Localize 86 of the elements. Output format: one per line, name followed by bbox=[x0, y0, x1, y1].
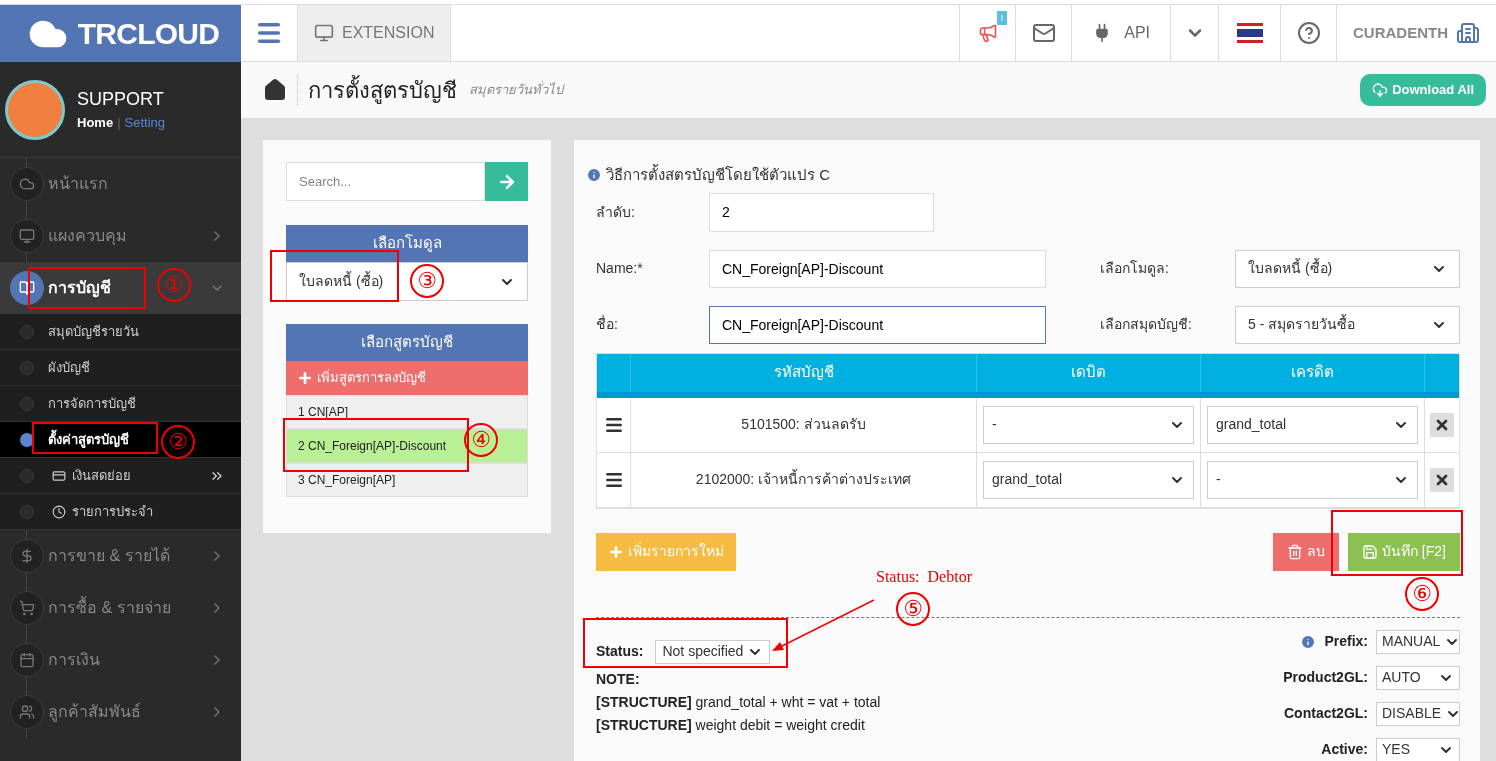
info-icon bbox=[586, 167, 602, 184]
formula-item[interactable]: 3 CN_Foreign[AP] bbox=[286, 463, 528, 497]
book-icon bbox=[10, 271, 44, 305]
name-field[interactable]: CN_Foreign[AP]-Discount bbox=[709, 249, 1046, 288]
column-header: เดบิต bbox=[977, 353, 1201, 392]
setting-label: Product2GL: bbox=[1283, 668, 1368, 687]
profile-link[interactable]: Home bbox=[77, 113, 114, 133]
info-text: วิธีการตั้งสตรบัญชีโดยใช้ตัวแปร C bbox=[586, 164, 1460, 187]
thai-name-field[interactable]: CN_Foreign[AP]-Discount bbox=[709, 305, 1046, 344]
api-button[interactable]: API bbox=[1071, 5, 1170, 61]
company-button[interactable]: CURADENTH bbox=[1336, 5, 1496, 61]
annotation-number: ⑥ bbox=[1405, 577, 1439, 611]
notification-badge: ! bbox=[996, 11, 1008, 25]
page-title: การตั้งสูตรบัญชี bbox=[308, 74, 457, 106]
note-text: NOTE: bbox=[596, 669, 641, 689]
annotation-number: ② bbox=[161, 425, 195, 459]
formula-item[interactable]: 1 CN[AP] bbox=[286, 395, 528, 429]
setting-select[interactable]: AUTO bbox=[1376, 665, 1460, 690]
annotation-number: ⑤ bbox=[896, 592, 930, 626]
submenu-item[interactable]: ผังบัญชี bbox=[0, 350, 241, 386]
mail-icon bbox=[1031, 21, 1056, 45]
sidebar-item[interactable]: แผงควบคุม bbox=[0, 210, 241, 262]
note-text: [STRUCTURE] grand_total + wht = vat + total bbox=[596, 692, 881, 712]
debit-select[interactable]: grand_total bbox=[983, 460, 1194, 499]
setting-label: Prefix: bbox=[1324, 632, 1368, 651]
help-icon bbox=[1296, 21, 1321, 45]
brand-name: TRCLOUD bbox=[77, 16, 220, 52]
formula-heading: เลือกสูตรบัญชี bbox=[286, 324, 528, 361]
setting-select[interactable]: YES bbox=[1376, 737, 1460, 761]
home-icon bbox=[263, 78, 287, 102]
field-label: ลำดับ: bbox=[596, 202, 636, 222]
status-select[interactable]: Not specified bbox=[655, 639, 771, 664]
page-subtitle: สมุดรายวันทั่วไป bbox=[469, 80, 563, 100]
field-label: เลือกสมุดบัญชี: bbox=[1100, 315, 1193, 335]
monitor-icon bbox=[314, 23, 334, 43]
sidebar-item[interactable]: ลูกค้าสัมพันธ์ bbox=[0, 686, 241, 738]
submenu-item[interactable]: เงินสดย่อย bbox=[0, 458, 241, 494]
order-field[interactable]: 2 bbox=[709, 192, 934, 232]
setting-select[interactable]: MANUAL bbox=[1376, 629, 1460, 654]
setting-select[interactable]: DISABLE bbox=[1376, 701, 1460, 726]
annotation-number: ① bbox=[157, 268, 191, 302]
plus-icon bbox=[297, 370, 313, 386]
megaphone-icon bbox=[977, 23, 998, 43]
plus-icon bbox=[608, 543, 624, 560]
table-cell: 2102000: เจ้าหนี้การค้าต่างประเทศ bbox=[631, 452, 977, 507]
id-card-icon bbox=[52, 468, 66, 483]
submenu-item[interactable]: สมุดบัญชีรายวัน bbox=[0, 314, 241, 350]
journal-select[interactable]: 5 - สมุดรายวันซื้อ bbox=[1235, 305, 1460, 344]
field-label: เลือกโมดูล: bbox=[1100, 259, 1170, 279]
sidebar-item[interactable]: หน้าแรก bbox=[0, 158, 241, 210]
column-header: เครดิต bbox=[1201, 353, 1425, 392]
debit-select[interactable]: - bbox=[983, 405, 1194, 444]
field-label: Name:* bbox=[596, 259, 644, 278]
status-label: Status: bbox=[596, 642, 644, 661]
profile-name: SUPPORT bbox=[77, 88, 165, 112]
sidebar-item[interactable]: การเงิน bbox=[0, 634, 241, 686]
module-heading: เลือกโมดูล bbox=[286, 225, 528, 262]
profile-link[interactable]: Setting bbox=[124, 113, 165, 133]
extension-tab[interactable]: EXTENSION bbox=[297, 5, 452, 61]
sidebar-item[interactable]: การขาย & รายได้ bbox=[0, 530, 241, 582]
note-text: [STRUCTURE] weight debit = weight credit bbox=[596, 715, 866, 735]
annotation-note: Status: Debtor bbox=[876, 567, 972, 587]
remove-row-button[interactable] bbox=[1430, 467, 1454, 492]
search-field[interactable]: Search... bbox=[286, 162, 485, 201]
save-icon bbox=[1362, 543, 1378, 560]
clock-icon bbox=[52, 504, 66, 519]
submenu-item[interactable]: การจัดการบัญชี bbox=[0, 386, 241, 422]
annotation-number: ④ bbox=[464, 423, 498, 457]
sidebar-item[interactable]: การซื้อ & รายจ่าย bbox=[0, 582, 241, 634]
remove-row-button[interactable] bbox=[1430, 412, 1454, 437]
setting-label: Contact2GL: bbox=[1284, 704, 1368, 723]
cloud-download-icon bbox=[1372, 82, 1389, 98]
field-label: ชื่อ: bbox=[596, 314, 619, 334]
credit-select[interactable]: grand_total bbox=[1207, 405, 1418, 444]
column-header: รหัสบัญชี bbox=[631, 353, 977, 392]
table-cell: 5101500: ส่วนลดรับ bbox=[631, 397, 977, 452]
building-icon bbox=[1456, 21, 1480, 45]
module-select[interactable]: ใบลดหนี้ (ซื้อ) bbox=[1235, 249, 1460, 288]
annotation-number: ③ bbox=[410, 264, 444, 298]
link-separator: | bbox=[117, 114, 121, 133]
setting-label: Active: bbox=[1321, 740, 1368, 759]
submenu-item[interactable]: รายการประจำ bbox=[0, 494, 241, 530]
trash-icon bbox=[1287, 543, 1303, 560]
credit-select[interactable]: - bbox=[1207, 460, 1418, 499]
flag-icon bbox=[1236, 23, 1263, 43]
info-icon bbox=[1300, 633, 1317, 650]
